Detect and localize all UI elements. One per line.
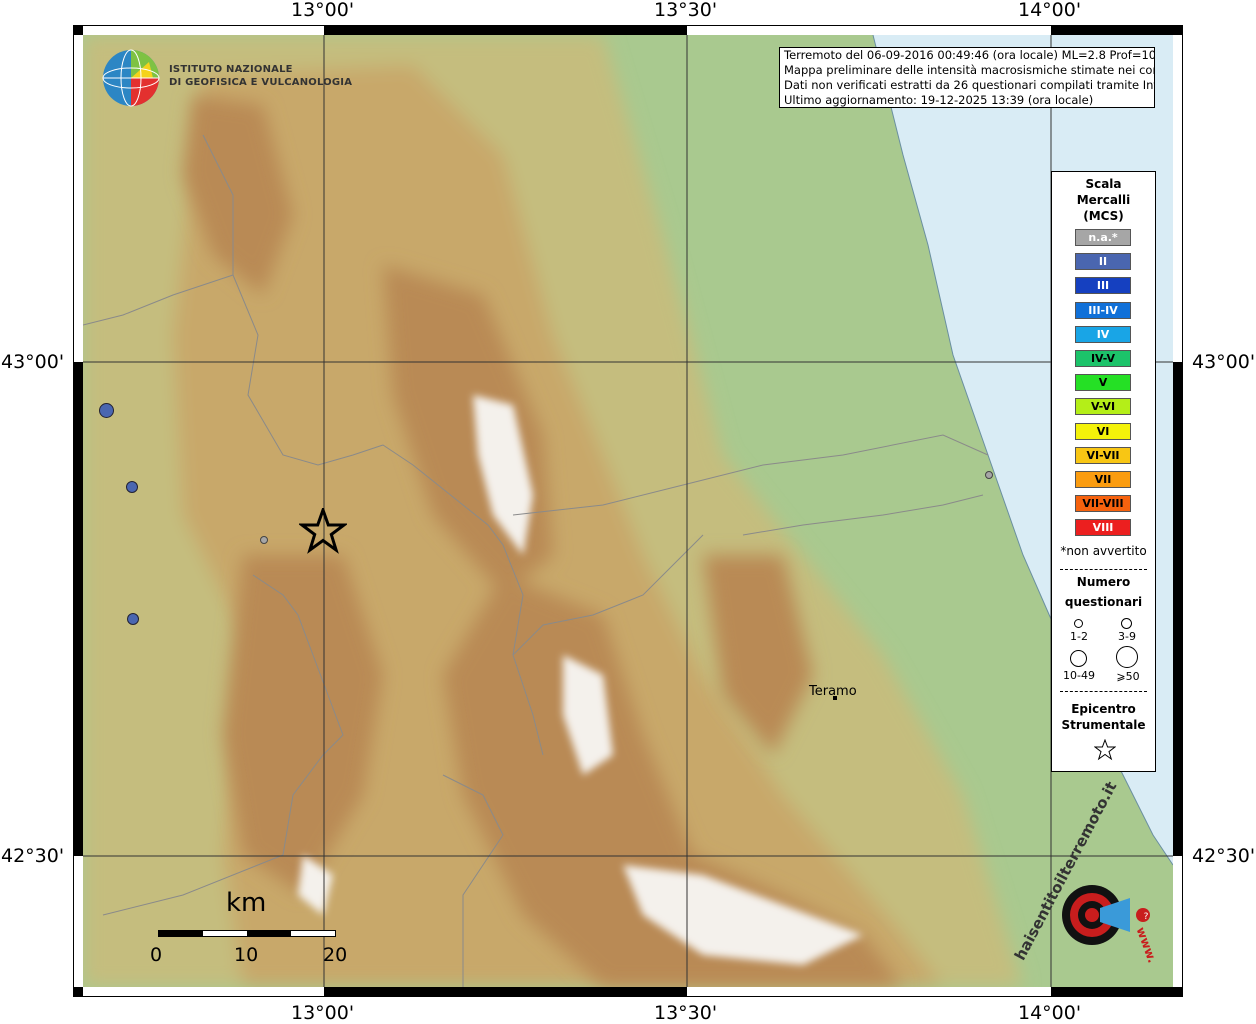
lon-label-top: 13°00': [291, 0, 355, 21]
mcs-swatch: V: [1075, 374, 1131, 392]
mcs-swatch: V-VI: [1075, 398, 1131, 416]
frame-tick: [1051, 987, 1182, 996]
mcs-swatch: VI: [1075, 422, 1131, 440]
lon-label-bottom: 13°30': [654, 1002, 718, 1024]
mcs-swatch: II: [1075, 253, 1131, 271]
size-circle-1-2: [1074, 619, 1083, 628]
ingv-logo-text: ISTITUTO NAZIONALE DI GEOFISICA E VULCAN…: [169, 63, 352, 89]
mcs-swatch: IV-V: [1075, 350, 1131, 367]
size-label: 1-2: [1070, 630, 1088, 643]
lat-label-right: 42°30': [1192, 845, 1256, 867]
lat-label-right: 43°00': [1192, 351, 1256, 373]
lon-label-top: 14°00': [1018, 0, 1082, 21]
intensity-point[interactable]: [985, 471, 993, 479]
lon-label-bottom: 13°00': [291, 1002, 355, 1024]
frame-tick: [1173, 26, 1182, 35]
relief-map-svg: [83, 35, 1173, 987]
svg-text:?: ?: [1144, 912, 1149, 922]
lon-label-top: 13°30': [654, 0, 718, 21]
info-line-1: Terremoto del 06-09-2016 00:49:46 (ora l…: [784, 48, 1155, 62]
scale-unit-label: km: [226, 888, 267, 918]
event-info-box: Terremoto del 06-09-2016 00:49:46 (ora l…: [779, 47, 1155, 108]
legend-separator: [1060, 691, 1147, 692]
lat-label-left: 43°00': [1, 351, 65, 373]
mcs-swatch: VII: [1075, 471, 1131, 488]
intensity-point[interactable]: [126, 481, 138, 493]
frame-tick: [74, 362, 83, 856]
star-icon: [1093, 738, 1117, 761]
size-circle-10-49: [1070, 650, 1087, 667]
logo-line-1: ISTITUTO NAZIONALE: [169, 64, 293, 75]
size-label: ⩾50: [1116, 670, 1140, 683]
mcs-swatch: IV: [1075, 325, 1131, 343]
epicenter-star-icon[interactable]: [297, 505, 349, 554]
info-line-3: Dati non verificati estratti da 26 quest…: [784, 78, 1155, 92]
size-label: 3-9: [1118, 630, 1136, 643]
legend-title-line: Scala: [1085, 177, 1122, 191]
frame-tick: [1173, 362, 1182, 856]
scale-bar: [158, 930, 336, 937]
frame-tick: [74, 26, 83, 35]
city-marker: [833, 696, 837, 700]
ingv-logo-icon: [101, 48, 161, 108]
mcs-swatch: VI-VII: [1075, 446, 1131, 464]
size-label: 10-49: [1063, 669, 1095, 682]
info-line-2: Mappa preliminare delle intensità macros…: [784, 63, 1155, 77]
scale-tick-label: 10: [234, 944, 259, 966]
frame-tick: [324, 26, 687, 35]
lat-label-left: 42°30': [1, 845, 65, 867]
questionnaires-title: questionari: [1064, 595, 1143, 609]
epicenter-title: Strumentale: [1061, 718, 1146, 732]
mcs-swatch: VIII: [1075, 519, 1131, 537]
logo-line-2: DI GEOFISICA E VULCANOLOGIA: [169, 77, 353, 88]
mcs-swatch: III-IV: [1075, 301, 1131, 319]
mcs-swatch: VII-VIII: [1075, 495, 1131, 513]
legend-title-line: (MCS): [1083, 209, 1124, 223]
legend-panel: Scala Mercalli (MCS) n.a.* II III III-IV IV I…: [1051, 171, 1156, 772]
mcs-swatch: III: [1075, 277, 1131, 295]
size-circle-3-9: [1121, 618, 1132, 629]
relief-map[interactable]: [83, 35, 1173, 987]
not-felt-note: *non avvertito: [1060, 544, 1147, 558]
intensity-point[interactable]: [127, 613, 139, 625]
watermark-logo: ? haisentitoilterremoto.it www.: [1011, 779, 1170, 980]
intensity-point[interactable]: [99, 403, 114, 418]
legend-title-line: Mercalli: [1076, 193, 1131, 207]
mcs-swatch: n.a.*: [1075, 229, 1131, 246]
intensity-point[interactable]: [260, 536, 268, 544]
lon-label-bottom: 14°00': [1018, 1002, 1082, 1024]
epicenter-title: Epicentro: [1071, 702, 1136, 716]
frame-tick: [1051, 26, 1182, 35]
frame-tick: [74, 987, 83, 996]
info-line-4: Ultimo aggiornamento: 19-12-2025 13:39 (…: [784, 93, 1094, 107]
legend-separator: [1060, 569, 1147, 570]
scale-tick-label: 20: [323, 944, 348, 966]
scale-tick-label: 0: [150, 944, 163, 966]
questionnaires-title: Numero: [1076, 575, 1131, 589]
frame-tick: [324, 987, 687, 996]
size-circle-50: [1116, 646, 1138, 668]
